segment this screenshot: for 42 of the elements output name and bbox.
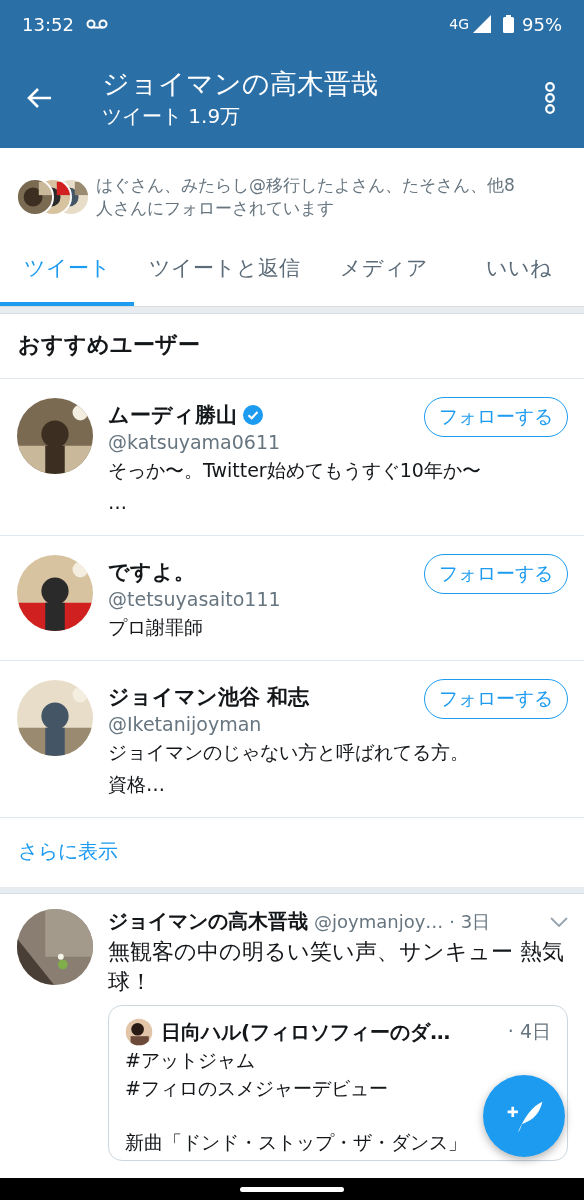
followed-by-text: はぐさん、みたらし@移行したよさん、たそさん、他8人さんにフォローされています (96, 174, 516, 220)
more-options-icon[interactable] (544, 82, 556, 114)
profile-tab[interactable]: ツイートと返信 (134, 234, 314, 306)
user-name: ですよ。 (108, 559, 195, 586)
back-icon[interactable] (26, 87, 52, 109)
home-indicator[interactable] (240, 1186, 344, 1192)
section-heading: おすすめユーザー (0, 314, 584, 379)
tweet-time: · 3日 (449, 909, 491, 934)
tweet-handle: @joymanjoy… (314, 911, 444, 932)
voicemail-icon (85, 18, 108, 30)
user-bio-line: … (108, 490, 128, 515)
battery-level: 95% (522, 13, 562, 35)
quoted-text-line: #フィロのスメジャーデビュー (125, 1076, 389, 1101)
user-bio-line: ジョイマンのじゃない方と呼ばれてる方。 (108, 740, 470, 765)
profile-title: ジョイマンの高木晋哉 (102, 67, 379, 101)
quoted-time: · 4日 (507, 1019, 551, 1044)
follow-button[interactable]: フォローする (424, 397, 568, 437)
tweet-text: 無観客の中の明るい笑い声、サンキュー 熱気球！ (108, 938, 565, 996)
profile-tab[interactable]: メディア (314, 234, 454, 306)
tweet-count: ツイート 1.9万 (102, 103, 242, 130)
user-handle: @katsuyama0611 (108, 431, 282, 453)
user-bio-line: プロ謝罪師 (108, 615, 204, 640)
battery-icon (503, 15, 514, 33)
tweet-author: ジョイマンの高木晋哉 (108, 908, 308, 935)
user-handle: @tetsuyasaito111 (108, 588, 282, 610)
user-bio-line: そっか〜。Twitter始めてもうすぐ10年か〜 (108, 458, 482, 483)
compose-tweet-button[interactable] (481, 1073, 567, 1159)
user-name: ジョイマン池谷 和志 (108, 684, 310, 711)
status-time: 13:52 (22, 13, 74, 35)
verified-badge-icon (243, 405, 263, 425)
quoted-author: 日向ハル(フィロソフィーのダ… (161, 1018, 451, 1046)
quoted-text-line: 新曲「ドンド・ストップ・ザ・ダンス」 (125, 1130, 468, 1155)
show-more-link[interactable]: さらに表示 (18, 839, 118, 863)
signal-icon (473, 15, 491, 33)
profile-tab[interactable]: いいね (454, 234, 584, 306)
follow-button[interactable]: フォローする (424, 679, 568, 719)
network-label: 4G (449, 16, 469, 32)
user-handle: @Iketanijoyman (108, 713, 263, 735)
user-bio-line: 資格… (108, 772, 166, 797)
user-name: ムーディ勝山 (108, 402, 237, 429)
follow-button[interactable]: フォローする (424, 554, 568, 594)
quoted-text-line: #アットジャム (125, 1048, 256, 1073)
